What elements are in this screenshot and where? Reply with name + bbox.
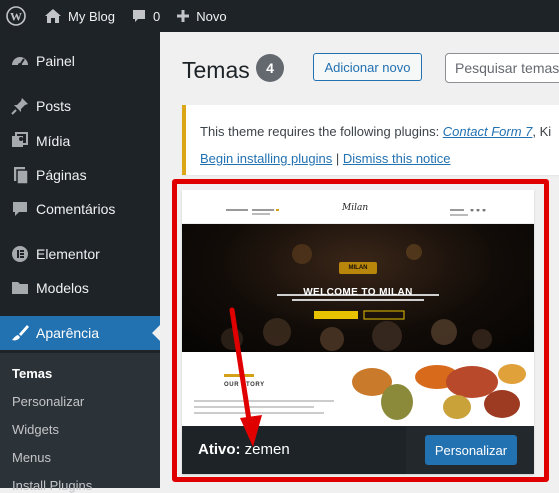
active-theme-name: zemen bbox=[244, 441, 290, 458]
preview-logo: Milan bbox=[342, 203, 369, 213]
preview-story-title: OUR STORY bbox=[224, 382, 265, 388]
sidebar-item-label: Mídia bbox=[36, 133, 71, 149]
preview-story-section: OUR STORY bbox=[182, 352, 534, 426]
new-label: Novo bbox=[196, 8, 227, 24]
preview-nav-links bbox=[226, 204, 286, 215]
admin-sidebar: Painel Posts Mídia Páginas Comentários E… bbox=[0, 32, 160, 493]
notice-text: This theme requires the following plugin… bbox=[200, 124, 443, 139]
plugin-notice: This theme requires the following plugin… bbox=[182, 105, 559, 175]
page-title: Temas bbox=[182, 57, 250, 83]
brush-icon bbox=[0, 323, 36, 343]
sidebar-item-midia[interactable]: Mídia bbox=[0, 124, 160, 158]
notice-actions: Begin installing plugins | Dismiss this … bbox=[200, 151, 451, 166]
preview-emblem: MILAN bbox=[339, 262, 377, 274]
sidebar-item-modelos[interactable]: Modelos bbox=[0, 271, 160, 305]
new-content-link[interactable]: Novo bbox=[168, 0, 234, 32]
preview-social-icons bbox=[450, 204, 500, 216]
dashboard-icon bbox=[0, 51, 36, 71]
site-name-link[interactable]: My Blog bbox=[36, 0, 123, 32]
customize-button[interactable]: Personalizar bbox=[425, 435, 517, 465]
comments-icon bbox=[0, 199, 36, 219]
elementor-icon bbox=[0, 244, 36, 264]
sidebar-item-label: Posts bbox=[36, 98, 72, 114]
main-content: Temas 4 Adicionar novo Pesquisar temas i… bbox=[160, 32, 559, 488]
sidebar-item-painel[interactable]: Painel bbox=[0, 44, 160, 78]
notice-text-suffix: , Ki bbox=[532, 124, 552, 139]
preview-nav: Milan bbox=[182, 190, 534, 224]
appearance-submenu: Temas Personalizar Widgets Menus Install… bbox=[0, 353, 160, 493]
theme-screenshot[interactable]: Milan MILAN WELCOME TO MILAN OUR STORY bbox=[182, 190, 534, 426]
comments-link[interactable]: 0 bbox=[123, 0, 168, 32]
submenu-item-install-plugins[interactable]: Install Plugins bbox=[12, 478, 92, 493]
notice-separator: | bbox=[332, 151, 343, 166]
notice-message: This theme requires the following plugin… bbox=[200, 124, 551, 139]
sidebar-item-label: Páginas bbox=[36, 167, 87, 183]
theme-count-badge: 4 bbox=[256, 54, 284, 82]
folder-icon bbox=[0, 278, 36, 298]
sidebar-item-label: Aparência bbox=[36, 325, 100, 341]
preview-story-art bbox=[194, 364, 526, 420]
home-icon bbox=[44, 8, 62, 24]
search-themes-input[interactable]: Pesquisar temas i bbox=[445, 53, 559, 83]
active-prefix: Ativo: bbox=[198, 441, 241, 458]
svg-text:W: W bbox=[10, 10, 22, 24]
comments-count: 0 bbox=[152, 8, 161, 24]
preview-hero-title: WELCOME TO MILAN bbox=[303, 287, 413, 298]
active-theme-card[interactable]: Milan MILAN WELCOME TO MILAN OUR STORY A… bbox=[182, 190, 534, 474]
active-theme-label: Ativo: zemen bbox=[198, 441, 290, 458]
submenu-item-menus[interactable]: Menus bbox=[12, 450, 51, 465]
dismiss-notice-link[interactable]: Dismiss this notice bbox=[343, 151, 451, 166]
sidebar-item-label: Elementor bbox=[36, 246, 100, 262]
wordpress-logo-icon[interactable]: W bbox=[0, 0, 36, 32]
sidebar-item-comentarios[interactable]: Comentários bbox=[0, 192, 160, 226]
submenu-item-personalizar[interactable]: Personalizar bbox=[12, 394, 84, 409]
sidebar-item-aparencia[interactable]: Aparência bbox=[0, 316, 160, 350]
begin-installing-link[interactable]: Begin installing plugins bbox=[200, 151, 332, 166]
theme-name-bar: Ativo: zemen bbox=[182, 426, 406, 474]
submenu-item-temas[interactable]: Temas bbox=[12, 366, 52, 381]
sidebar-item-label: Painel bbox=[36, 53, 75, 69]
sidebar-item-paginas[interactable]: Páginas bbox=[0, 158, 160, 192]
plus-icon bbox=[176, 9, 190, 23]
site-name-label: My Blog bbox=[68, 8, 115, 24]
comment-bubble-icon bbox=[131, 8, 147, 24]
submenu-item-widgets[interactable]: Widgets bbox=[12, 422, 59, 437]
sidebar-item-label: Modelos bbox=[36, 280, 89, 296]
add-new-theme-button[interactable]: Adicionar novo bbox=[313, 53, 422, 81]
preview-hero: MILAN WELCOME TO MILAN bbox=[182, 224, 534, 352]
sidebar-item-posts[interactable]: Posts bbox=[0, 89, 160, 123]
theme-card-footer: Ativo: zemen Personalizar bbox=[182, 426, 534, 474]
contact-form-link[interactable]: Contact Form 7 bbox=[443, 124, 533, 139]
pages-icon bbox=[0, 165, 36, 185]
media-icon bbox=[0, 131, 36, 151]
sidebar-item-label: Comentários bbox=[36, 201, 116, 217]
pin-icon bbox=[0, 96, 36, 116]
admin-bar: W My Blog 0 Novo bbox=[0, 0, 559, 32]
sidebar-item-elementor[interactable]: Elementor bbox=[0, 237, 160, 271]
